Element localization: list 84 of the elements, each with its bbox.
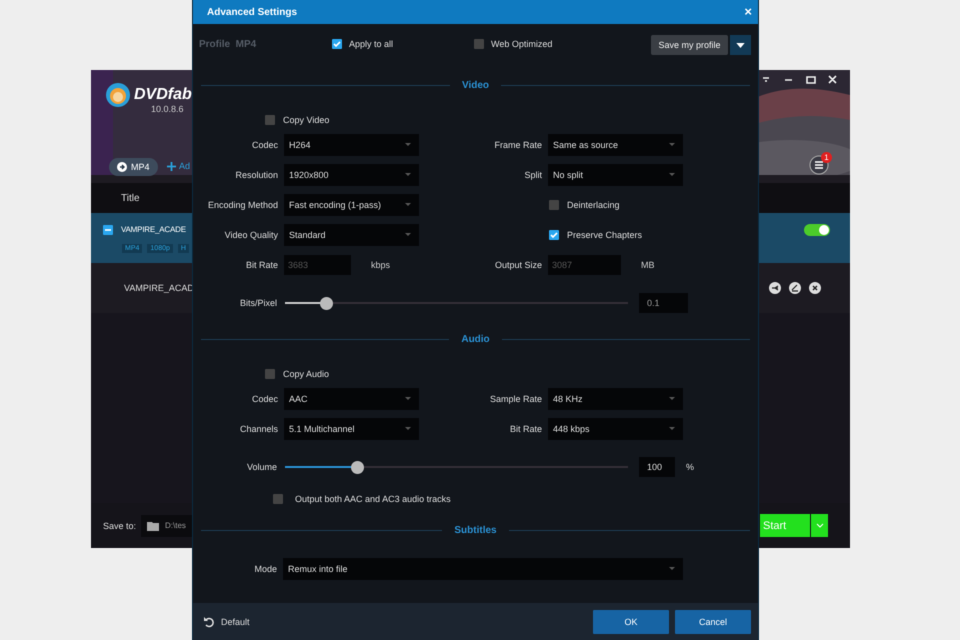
save-to-label: Save to: xyxy=(103,520,136,530)
undo-icon xyxy=(203,616,215,628)
dropdown-button[interactable] xyxy=(730,35,751,55)
checkbox[interactable] xyxy=(265,115,275,125)
minus-checkbox-icon[interactable] xyxy=(103,224,113,234)
field-label: Codec xyxy=(252,394,278,404)
field-label: Bit Rate xyxy=(246,260,278,270)
chevron-down-icon xyxy=(816,523,824,528)
caret-down-icon xyxy=(736,42,745,48)
caret-down-icon xyxy=(405,233,411,236)
caret-down-icon xyxy=(405,143,411,146)
caret-down-icon xyxy=(669,567,675,570)
close-icon[interactable] xyxy=(809,282,821,294)
field-label: Mode xyxy=(253,564,277,574)
dropdown[interactable]: 1920x800 xyxy=(284,164,419,186)
start-dropdown-button[interactable] xyxy=(811,514,828,537)
version-label: 10.0.8.6 xyxy=(151,104,184,114)
dropdown[interactable]: AAC xyxy=(284,388,419,410)
plus-icon[interactable] xyxy=(167,162,176,171)
slider-label: Bits/Pixel xyxy=(238,298,277,308)
checkbox-label: Apply to all xyxy=(349,39,394,49)
share-icon[interactable] xyxy=(769,282,781,294)
field-label: Output Size xyxy=(494,260,542,270)
field-label: Resolution xyxy=(235,170,278,180)
checkbox-label: Copy Audio xyxy=(283,369,330,379)
caret-down-icon xyxy=(669,143,675,146)
dropdown[interactable]: 48 KHz xyxy=(548,388,683,410)
checkbox-label: Copy Video xyxy=(283,115,330,125)
unit-label: % xyxy=(686,462,694,472)
dropdown[interactable]: 5.1 Multichannel xyxy=(284,418,419,440)
slider-label: Volume xyxy=(246,462,277,472)
checkbox[interactable] xyxy=(549,200,559,210)
cancel-button[interactable]: Cancel xyxy=(675,610,751,634)
dropdown[interactable]: No split xyxy=(548,164,683,186)
field-label: Sample Rate xyxy=(490,394,542,404)
unit-label: MB xyxy=(641,260,654,270)
field-label: Channels xyxy=(240,424,278,434)
caret-down-icon xyxy=(669,427,675,430)
checkbox-label: Preserve Chapters xyxy=(567,230,642,240)
checkbox-label: Output both AAC and AC3 audio tracks xyxy=(295,494,451,504)
section-heading: Audio xyxy=(461,334,490,344)
caret-down-icon xyxy=(405,397,411,400)
caret-down-icon xyxy=(405,203,411,206)
checkbox[interactable] xyxy=(265,369,275,379)
dialog-title: Advanced Settings xyxy=(207,6,298,18)
title-name: VAMPIRE_ACADE xyxy=(121,225,186,234)
checkbox[interactable] xyxy=(273,494,283,504)
field-label: Codec xyxy=(252,140,278,150)
toggle-switch[interactable] xyxy=(804,224,830,236)
caret-down-icon xyxy=(669,397,675,400)
unit-label: kbps xyxy=(371,260,390,270)
dropdown[interactable]: Remux into file xyxy=(283,558,683,580)
section-heading: Subtitles xyxy=(454,524,497,536)
field-label: Encoding Method xyxy=(208,200,278,210)
checkbox[interactable] xyxy=(549,230,559,240)
caret-down-icon xyxy=(405,427,411,430)
dropdown[interactable]: Fast encoding (1-pass) xyxy=(284,194,419,216)
dropdown[interactable]: 448 kbps xyxy=(548,418,683,440)
edit-icon[interactable] xyxy=(789,282,801,294)
column-header: Title xyxy=(121,192,140,204)
field-label: Split xyxy=(524,170,542,180)
dropdown[interactable]: Standard xyxy=(284,224,419,246)
section-heading: Video xyxy=(462,80,490,90)
dropdown[interactable]: H264 xyxy=(284,134,419,156)
profile-button[interactable]: MP4 xyxy=(109,158,158,176)
app-logo-text: DVDfab xyxy=(134,86,192,104)
field-label: Video Quality xyxy=(224,230,278,240)
close-button[interactable]: × xyxy=(744,5,752,19)
checkbox[interactable] xyxy=(474,39,484,49)
dropdown[interactable]: Same as source xyxy=(548,134,683,156)
arrow-icon xyxy=(117,162,127,172)
checkbox-label: Web Optimized xyxy=(491,39,552,49)
ok-button[interactable]: OK xyxy=(593,610,669,634)
save-profile-button[interactable]: Save my profile xyxy=(651,35,728,55)
profile-label: Profile MP4 xyxy=(199,38,256,50)
field-label: Frame Rate xyxy=(494,140,542,150)
add-link[interactable]: Ad xyxy=(179,161,190,171)
checkbox-label: Deinterlacing xyxy=(567,200,620,210)
title-name: VAMPIRE_ACAD xyxy=(124,283,194,293)
default-button[interactable]: Default xyxy=(203,616,250,628)
checkbox[interactable] xyxy=(332,39,342,49)
value-field[interactable]: 100 xyxy=(639,457,675,477)
folder-icon xyxy=(147,520,160,530)
field-label: Bit Rate xyxy=(510,424,542,434)
